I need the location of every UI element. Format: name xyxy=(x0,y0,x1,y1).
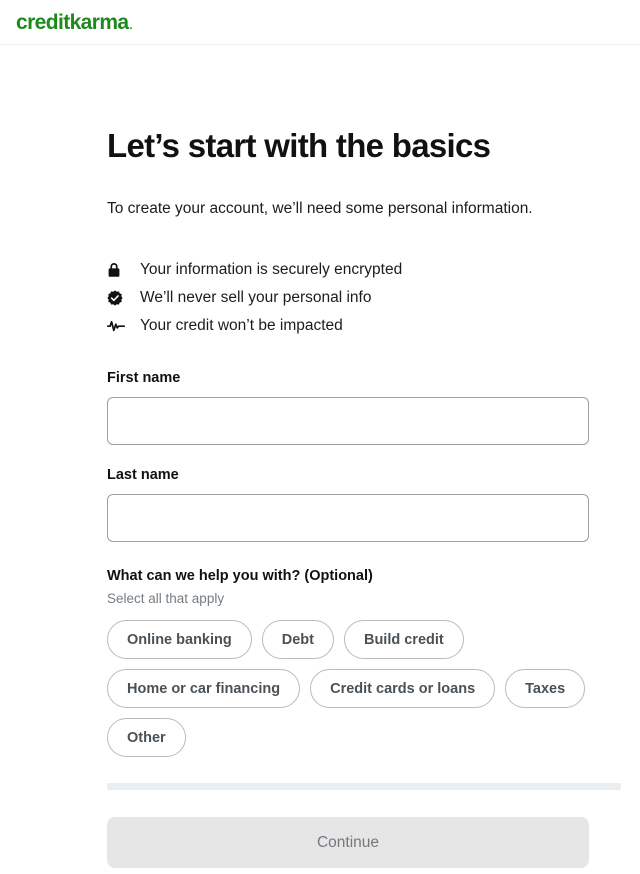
verified-badge-icon xyxy=(107,290,129,306)
benefits-list: Your information is securely encrypted W… xyxy=(107,256,589,340)
chip-credit-cards-or-loans[interactable]: Credit cards or loans xyxy=(310,669,495,708)
last-name-label: Last name xyxy=(107,467,589,483)
first-name-label: First name xyxy=(107,370,589,386)
help-topics-hint: Select all that apply xyxy=(107,591,589,606)
continue-button[interactable]: Continue xyxy=(107,817,589,868)
brand-trademark-mark: . xyxy=(129,21,131,32)
chip-online-banking[interactable]: Online banking xyxy=(107,620,252,659)
last-name-field-group: Last name xyxy=(107,467,589,542)
chip-build-credit[interactable]: Build credit xyxy=(344,620,464,659)
chip-debt[interactable]: Debt xyxy=(262,620,334,659)
creditkarma-logo[interactable]: creditkarma. xyxy=(16,12,132,33)
help-topics-title: What can we help you with? (Optional) xyxy=(107,568,589,584)
benefit-label: Your credit won’t be impacted xyxy=(140,317,343,335)
page-subtitle: To create your account, we’ll need some … xyxy=(107,198,589,220)
submit-row: Continue xyxy=(107,817,589,868)
benefit-item-privacy: We’ll never sell your personal info xyxy=(107,284,589,312)
section-divider xyxy=(107,783,621,790)
benefit-item-encryption: Your information is securely encrypted xyxy=(107,256,589,284)
help-topics-section: What can we help you with? (Optional) Se… xyxy=(107,568,589,757)
help-topics-chip-list: Online banking Debt Build credit Home or… xyxy=(107,620,597,757)
chip-home-or-car-financing[interactable]: Home or car financing xyxy=(107,669,300,708)
lock-icon xyxy=(107,262,129,278)
pulse-icon xyxy=(107,319,129,333)
signup-page: Let’s start with the basics To create yo… xyxy=(0,45,640,868)
benefit-label: Your information is securely encrypted xyxy=(140,261,402,279)
form-container: Let’s start with the basics To create yo… xyxy=(107,45,589,868)
benefit-label: We’ll never sell your personal info xyxy=(140,289,371,307)
page-title: Let’s start with the basics xyxy=(107,127,589,165)
site-header: creditkarma. xyxy=(0,0,640,45)
chip-taxes[interactable]: Taxes xyxy=(505,669,585,708)
chip-other[interactable]: Other xyxy=(107,718,186,757)
first-name-input[interactable] xyxy=(107,397,589,445)
last-name-input[interactable] xyxy=(107,494,589,542)
first-name-field-group: First name xyxy=(107,370,589,445)
brand-name: creditkarma xyxy=(16,12,128,33)
benefit-item-credit-impact: Your credit won’t be impacted xyxy=(107,312,589,340)
